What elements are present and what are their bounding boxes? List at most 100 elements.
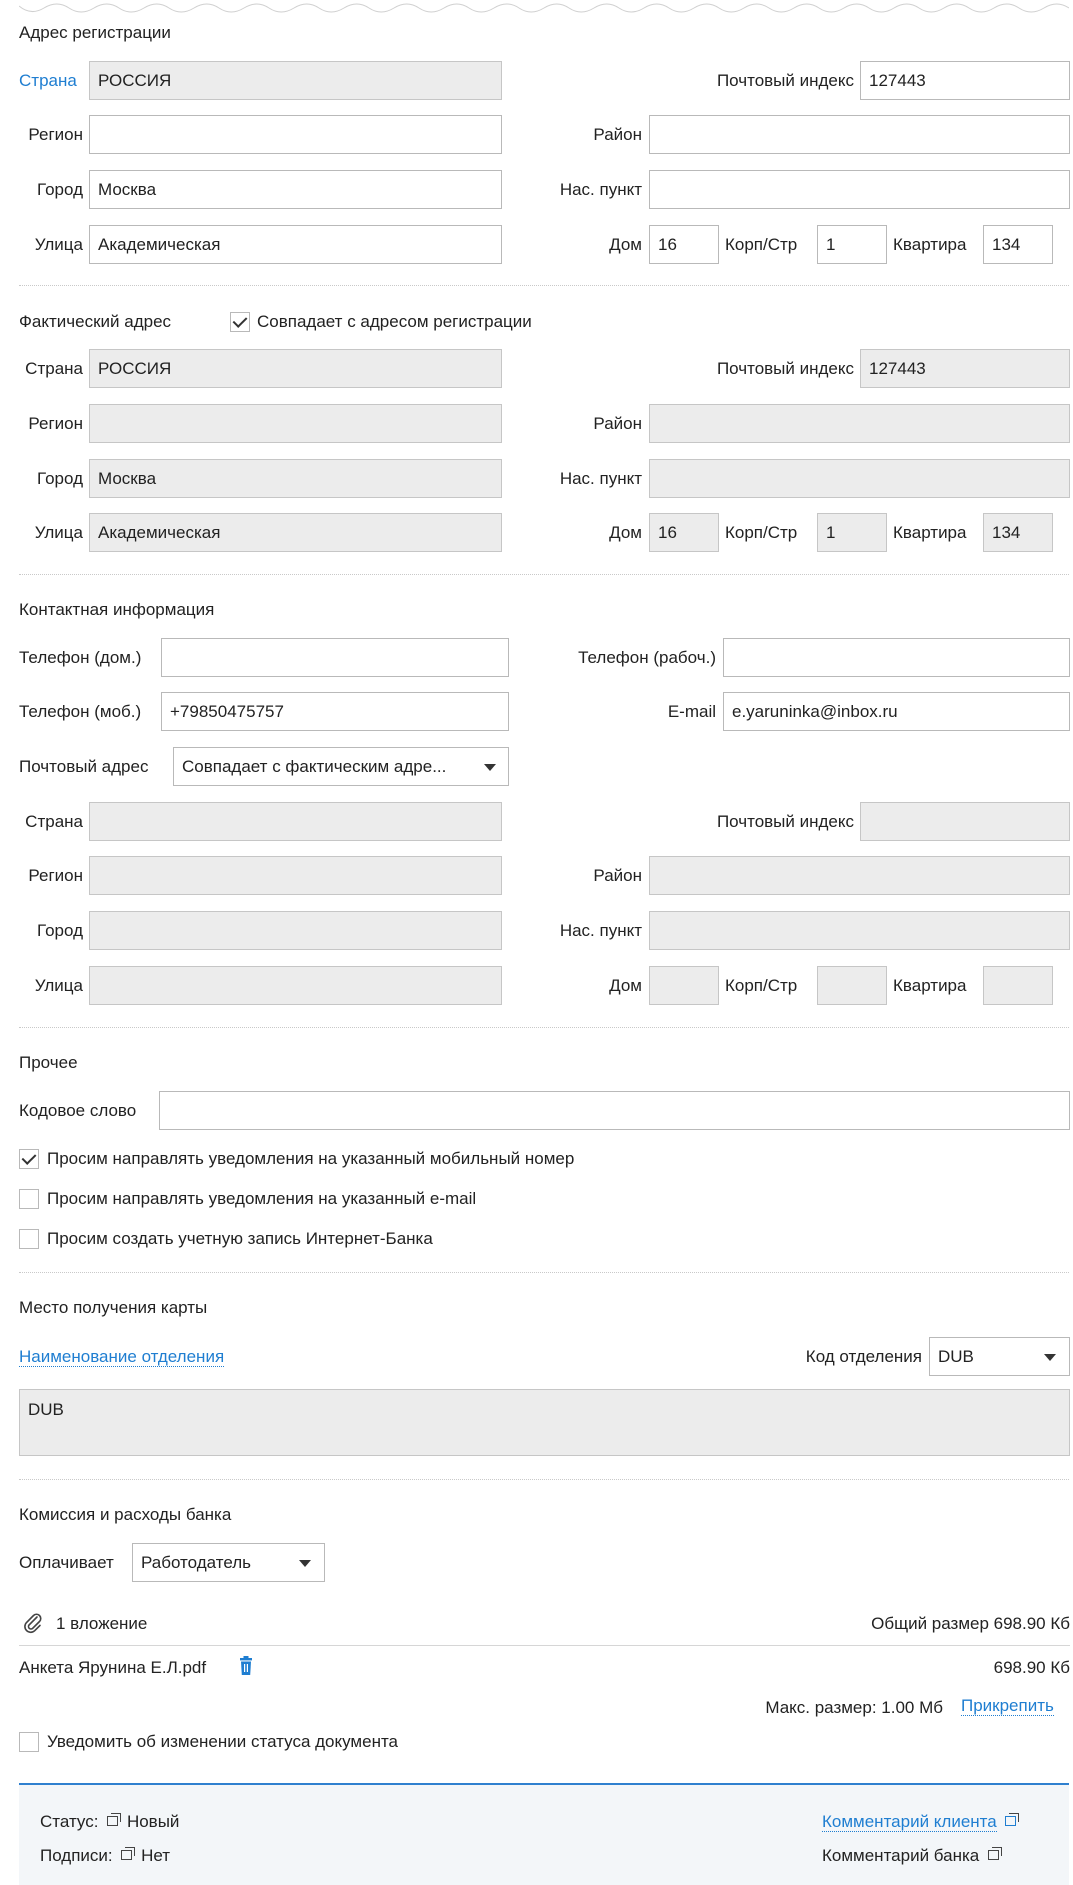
attachments-count: 1 вложение bbox=[56, 1614, 148, 1633]
notify-email-label[interactable]: Просим направлять уведомления на указанн… bbox=[47, 1189, 476, 1209]
document-status-panel: Статус: Новый Подписи: Нет Комментарий к… bbox=[19, 1783, 1069, 1885]
popup-icon[interactable] bbox=[107, 1813, 122, 1827]
chevron-down-icon bbox=[1044, 1354, 1056, 1361]
notify-email-checkbox[interactable] bbox=[19, 1189, 39, 1209]
reg-city-label: Город bbox=[37, 180, 83, 199]
divider bbox=[19, 1272, 1069, 1273]
reg-zip-label: Почтовый индекс bbox=[716, 71, 854, 90]
phone-mob-field[interactable]: +79850475757 bbox=[161, 692, 509, 731]
reg-region-field[interactable] bbox=[89, 115, 502, 154]
postal-region-label: Регион bbox=[28, 866, 83, 885]
max-size-text: Макс. размер: 1.00 Мб bbox=[765, 1698, 943, 1717]
torn-edge bbox=[19, 3, 1069, 13]
popup-icon[interactable] bbox=[1005, 1813, 1020, 1827]
attach-link[interactable]: Прикрепить bbox=[961, 1696, 1054, 1716]
fact-house-label: Дом bbox=[609, 523, 642, 542]
reg-street-field[interactable]: Академическая bbox=[89, 225, 502, 264]
fact-city-label: Город bbox=[37, 469, 83, 488]
notify-status-checkbox[interactable] bbox=[19, 1732, 39, 1752]
reg-korp-field[interactable]: 1 bbox=[817, 225, 887, 264]
client-comment-link[interactable]: Комментарий клиента bbox=[822, 1812, 997, 1832]
signs-label: Подписи: bbox=[40, 1846, 113, 1865]
popup-icon[interactable] bbox=[987, 1847, 1002, 1861]
create-ib-label[interactable]: Просим создать учетную запись Интернет-Б… bbox=[47, 1229, 433, 1249]
fact-district-label: Район bbox=[593, 414, 642, 433]
postal-settlement-field bbox=[649, 911, 1070, 950]
fact-city-field: Москва bbox=[89, 459, 502, 498]
fact-korp-label: Корп/Стр bbox=[725, 523, 798, 542]
attachment-file-name[interactable]: Анкета Ярунина Е.Л.pdf bbox=[19, 1658, 206, 1678]
trash-icon[interactable] bbox=[238, 1656, 254, 1676]
chevron-down-icon bbox=[484, 764, 496, 771]
postal-district-label: Район bbox=[593, 866, 642, 885]
branch-code-select[interactable]: DUB bbox=[929, 1337, 1070, 1376]
phone-mob-label: Телефон (моб.) bbox=[19, 702, 142, 721]
fact-country-field: РОССИЯ bbox=[89, 349, 502, 388]
notify-mobile-checkbox[interactable] bbox=[19, 1149, 39, 1169]
postal-korp-label: Корп/Стр bbox=[725, 976, 798, 995]
fact-settlement-label: Нас. пункт bbox=[559, 469, 642, 488]
same-address-label[interactable]: Совпадает с адресом регистрации bbox=[257, 312, 532, 332]
reg-country-field[interactable]: РОССИЯ bbox=[89, 61, 502, 100]
attachment-file-size: 698.90 Кб bbox=[993, 1658, 1070, 1677]
email-label: E-mail bbox=[667, 702, 716, 721]
branch-code-label: Код отделения bbox=[805, 1347, 922, 1366]
section-title-contacts: Контактная информация bbox=[19, 600, 215, 619]
branch-name-link-text[interactable]: Наименование отделения bbox=[19, 1347, 225, 1367]
phone-home-label: Телефон (дом.) bbox=[19, 648, 142, 667]
postal-country-field bbox=[89, 802, 502, 841]
phone-work-label: Телефон (рабоч.) bbox=[578, 648, 716, 667]
phone-work-field[interactable] bbox=[723, 638, 1070, 677]
postal-address-label: Почтовый адрес bbox=[19, 757, 149, 776]
reg-settlement-field[interactable] bbox=[649, 170, 1070, 209]
fact-apt-label: Квартира bbox=[893, 523, 967, 542]
attachments-total-size: Общий размер 698.90 Кб bbox=[871, 1614, 1070, 1633]
reg-zip-field[interactable]: 127443 bbox=[860, 61, 1070, 100]
reg-district-label: Район bbox=[593, 125, 642, 144]
phone-home-field[interactable] bbox=[161, 638, 509, 677]
branch-name-link[interactable]: Наименование отделения bbox=[19, 1347, 225, 1367]
postal-region-field bbox=[89, 856, 502, 895]
postal-address-select[interactable]: Совпадает с фактическим адре... bbox=[173, 747, 509, 786]
fact-house-field: 16 bbox=[649, 513, 719, 552]
reg-city-field[interactable]: Москва bbox=[89, 170, 502, 209]
email-field[interactable]: e.yaruninka@inbox.ru bbox=[723, 692, 1070, 731]
notify-mobile-label[interactable]: Просим направлять уведомления на указанн… bbox=[47, 1149, 574, 1169]
attach-link-text[interactable]: Прикрепить bbox=[961, 1696, 1054, 1716]
payer-select[interactable]: Работодатель bbox=[132, 1543, 325, 1582]
section-title-card: Место получения карты bbox=[19, 1298, 208, 1317]
reg-settlement-label: Нас. пункт bbox=[559, 180, 642, 199]
bank-comment-label: Комментарий банка bbox=[822, 1846, 980, 1865]
client-comment-row[interactable]: Комментарий клиента bbox=[822, 1812, 1020, 1832]
fact-country-label: Страна bbox=[25, 359, 83, 378]
branch-code-value: DUB bbox=[938, 1347, 974, 1366]
postal-city-field bbox=[89, 911, 502, 950]
section-title-fees: Комиссия и расходы банка bbox=[19, 1505, 232, 1524]
reg-region-label: Регион bbox=[28, 125, 83, 144]
paperclip-icon bbox=[24, 1613, 42, 1634]
reg-apt-field[interactable]: 134 bbox=[983, 225, 1053, 264]
codeword-field[interactable] bbox=[159, 1091, 1070, 1130]
fact-settlement-field bbox=[649, 459, 1070, 498]
postal-street-label: Улица bbox=[34, 976, 83, 995]
country-link[interactable]: Страна bbox=[19, 71, 77, 91]
signs-value: Нет bbox=[141, 1846, 171, 1865]
fact-region-label: Регион bbox=[28, 414, 83, 433]
bank-comment-row[interactable]: Комментарий банка bbox=[822, 1846, 1003, 1866]
fact-zip-label: Почтовый индекс bbox=[716, 359, 854, 378]
postal-korp-field bbox=[817, 966, 887, 1005]
notify-status-label[interactable]: Уведомить об изменении статуса документа bbox=[47, 1732, 398, 1752]
postal-city-label: Город bbox=[37, 921, 83, 940]
divider bbox=[19, 285, 1069, 286]
fact-district-field bbox=[649, 404, 1070, 443]
reg-house-field[interactable]: 16 bbox=[649, 225, 719, 264]
postal-street-field bbox=[89, 966, 502, 1005]
same-address-checkbox[interactable] bbox=[230, 312, 250, 332]
postal-house-field bbox=[649, 966, 719, 1005]
reg-street-label: Улица bbox=[34, 235, 83, 254]
postal-address-value: Совпадает с фактическим адре... bbox=[182, 757, 447, 776]
reg-district-field[interactable] bbox=[649, 115, 1070, 154]
section-title-registration: Адрес регистрации bbox=[19, 23, 171, 42]
popup-icon[interactable] bbox=[121, 1847, 136, 1861]
create-ib-checkbox[interactable] bbox=[19, 1229, 39, 1249]
